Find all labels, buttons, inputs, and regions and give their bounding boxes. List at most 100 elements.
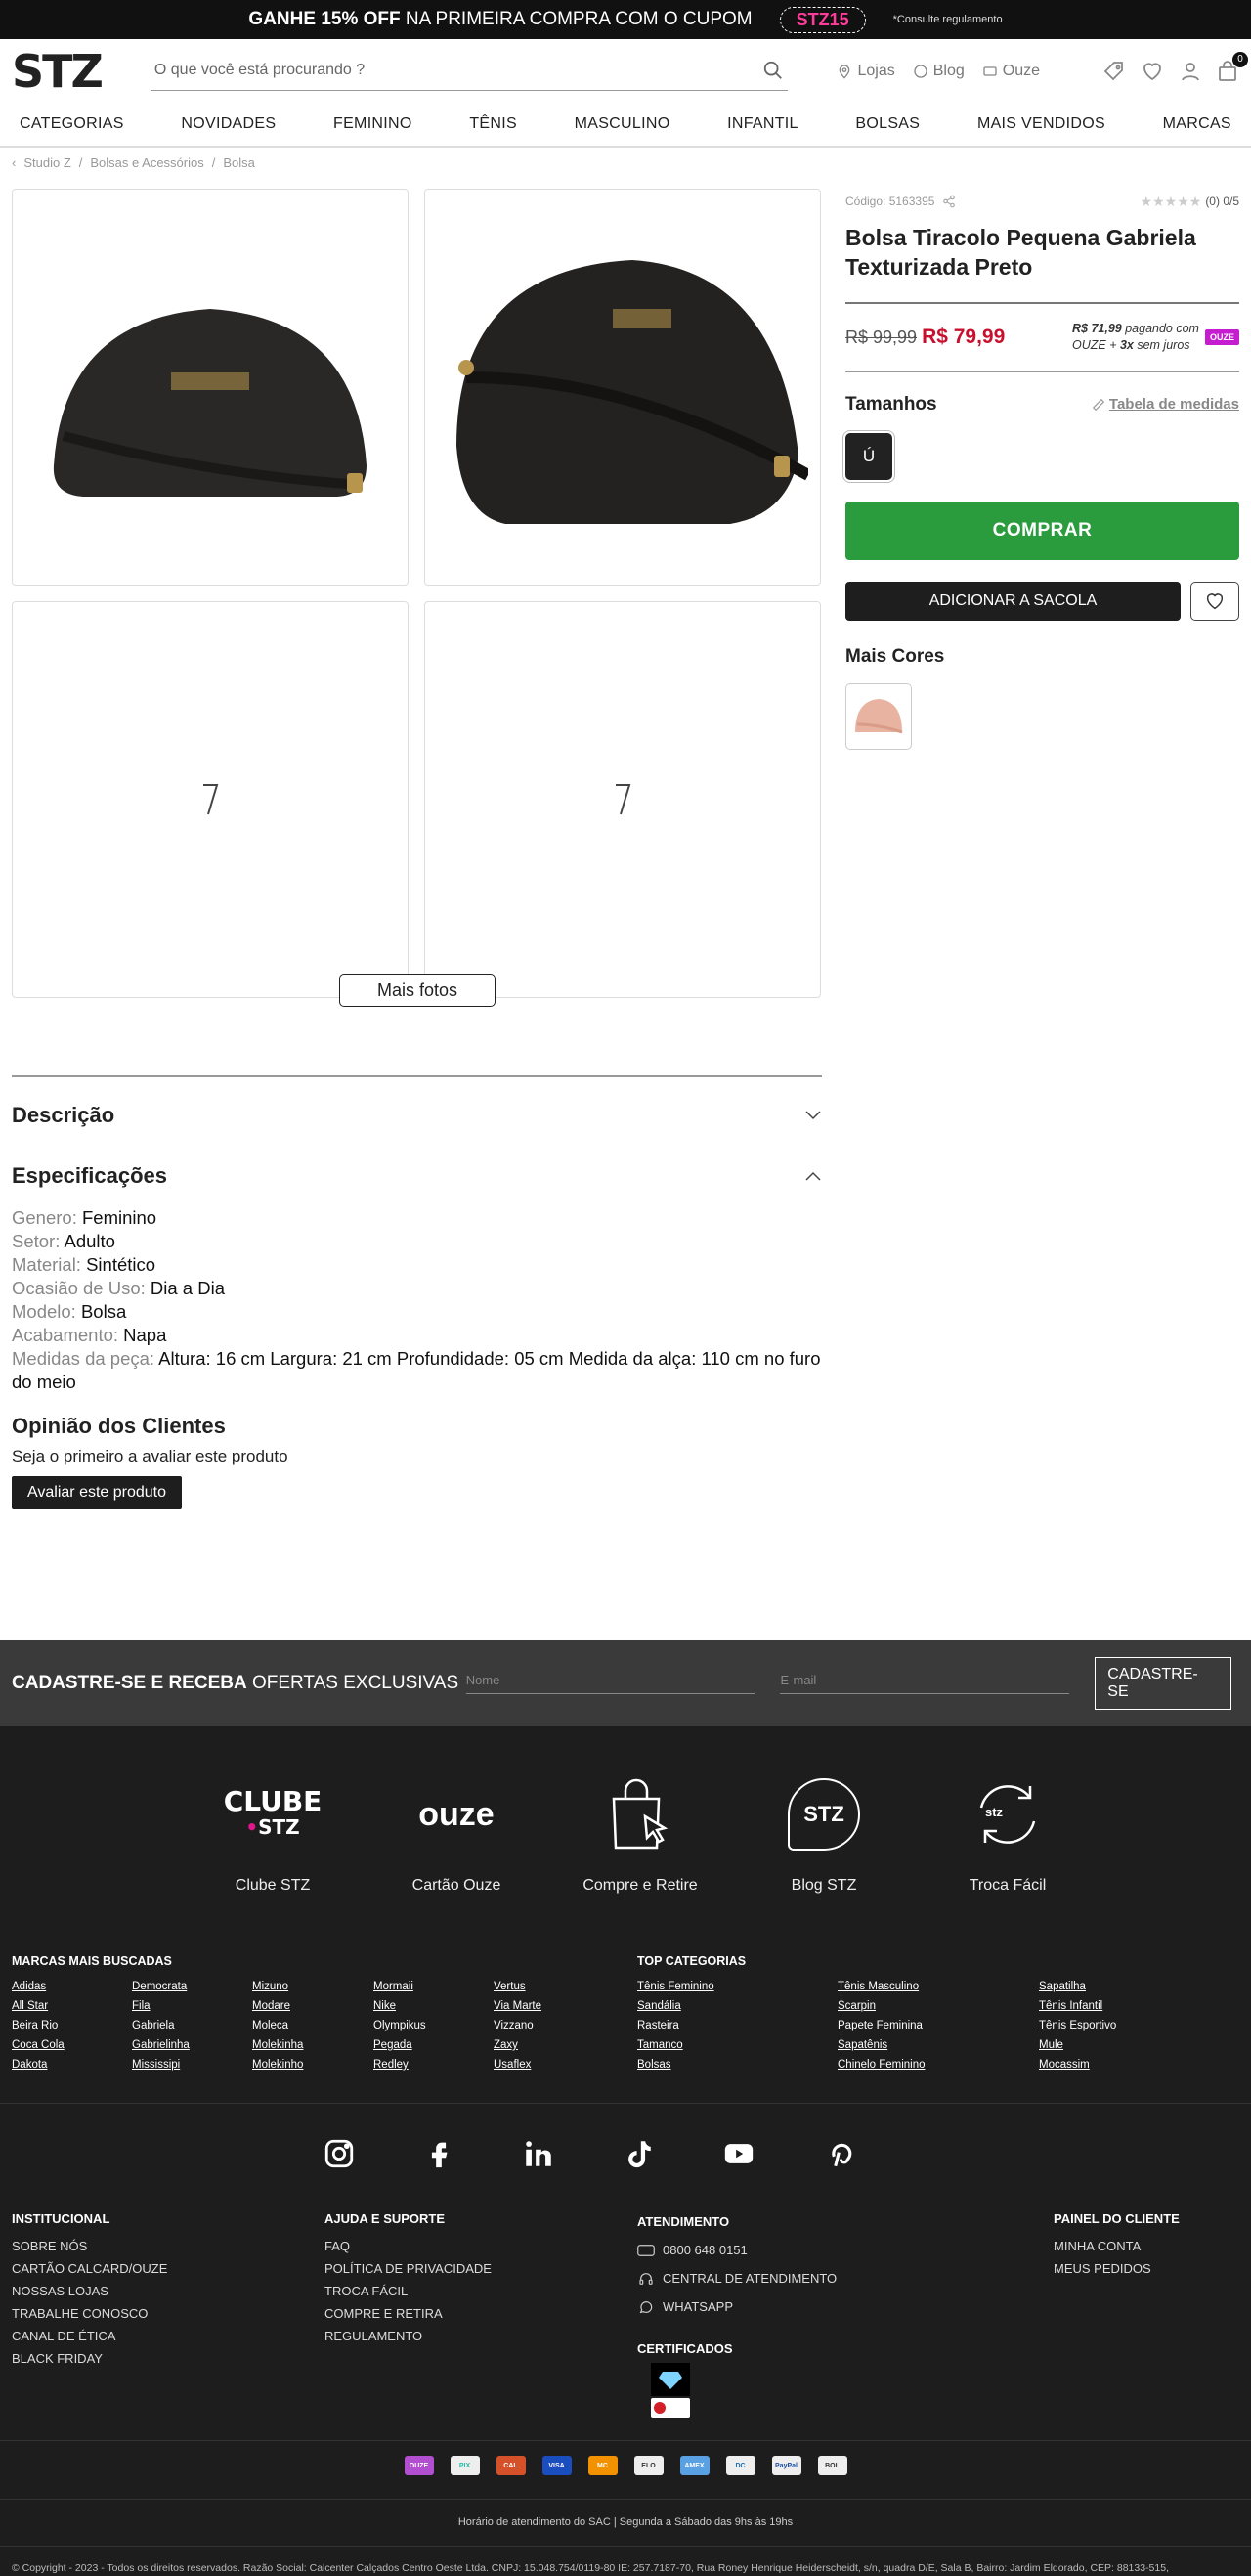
feature-compre-retire[interactable]: Compre e Retire	[548, 1775, 732, 1895]
feature-clube-stz[interactable]: CLUBE •STZ Clube STZ	[181, 1775, 365, 1895]
brand-link[interactable]: Mormaii	[373, 1981, 413, 1992]
instagram-icon[interactable]	[323, 2137, 356, 2170]
product-image-4[interactable]	[424, 601, 821, 998]
footer-link[interactable]: NOSSAS LOJAS	[12, 2284, 108, 2298]
brand-link[interactable]: All Star	[12, 2000, 48, 2012]
stores-link[interactable]: Lojas	[837, 63, 895, 80]
footer-link[interactable]: POLÍTICA DE PRIVACIDADE	[324, 2261, 492, 2276]
newsletter-email-input[interactable]: E-mail	[780, 1673, 1070, 1694]
category-link[interactable]: Sandália	[637, 2000, 681, 2012]
brand-link[interactable]: Modare	[252, 2000, 290, 2012]
certificate-badges[interactable]	[651, 2363, 690, 2418]
footer-link[interactable]: BLACK FRIDAY	[12, 2351, 103, 2366]
feature-troca-facil[interactable]: stz Troca Fácil	[916, 1775, 1100, 1895]
linkedin-icon[interactable]	[522, 2137, 555, 2170]
color-swatch-pink[interactable]	[845, 682, 912, 750]
tiktok-icon[interactable]	[622, 2137, 655, 2170]
category-link[interactable]: Tênis Feminino	[637, 1981, 714, 1992]
brand-link[interactable]: Adidas	[12, 1981, 46, 1992]
size-option[interactable]: Ú	[842, 429, 895, 483]
brand-link[interactable]: Gabriela	[132, 2020, 174, 2031]
brand-link[interactable]: Zaxy	[494, 2039, 518, 2051]
brand-link[interactable]: Molekinho	[252, 2059, 303, 2071]
product-image-3[interactable]	[12, 601, 409, 998]
youtube-icon[interactable]	[721, 2137, 756, 2170]
category-link[interactable]: Bolsas	[637, 2059, 671, 2071]
phone-row[interactable]: 0800 648 0151	[637, 2236, 837, 2264]
write-review-button[interactable]: Avaliar este produto	[12, 1476, 183, 1509]
more-photos-button[interactable]: Mais fotos	[339, 974, 496, 1007]
brand-link[interactable]: Redley	[373, 2059, 409, 2071]
customer-service-link[interactable]: CENTRAL DE ATENDIMENTO	[637, 2264, 837, 2292]
category-link[interactable]: Rasteira	[637, 2020, 679, 2031]
brand-link[interactable]: Democrata	[132, 1981, 187, 1992]
footer-link[interactable]: SOBRE NÓS	[12, 2239, 87, 2253]
facebook-icon[interactable]	[422, 2137, 455, 2170]
share-icon[interactable]	[942, 195, 956, 208]
footer-link[interactable]: CARTÃO CALCARD/OUZE	[12, 2261, 167, 2276]
category-link[interactable]: Tênis Esportivo	[1039, 2020, 1116, 2031]
category-link[interactable]: Scarpin	[838, 2000, 876, 2012]
rating-stars[interactable]: ★★★★★ (0) 0/5	[1141, 194, 1239, 210]
pinterest-icon[interactable]	[823, 2137, 856, 2170]
nav-mais-vendidos[interactable]: MAIS VENDIDOS	[977, 115, 1105, 133]
footer-link[interactable]: TRABALHE CONOSCO	[12, 2306, 148, 2321]
brand-link[interactable]: Vertus	[494, 1981, 526, 1992]
brand-link[interactable]: Gabrielinha	[132, 2039, 190, 2051]
account-icon[interactable]	[1179, 60, 1202, 83]
whatsapp-link[interactable]: WHATSAPP	[637, 2292, 837, 2321]
buy-button[interactable]: COMPRAR	[845, 501, 1239, 560]
add-to-bag-button[interactable]: ADICIONAR A SACOLA	[845, 581, 1181, 621]
nav-bolsas[interactable]: BOLSAS	[855, 115, 920, 133]
feature-cartao-ouze[interactable]: ouze Cartão Ouze	[365, 1775, 548, 1895]
description-accordion[interactable]: Descrição	[12, 1085, 822, 1146]
feature-blog-stz[interactable]: STZ Blog STZ	[732, 1775, 916, 1895]
brand-link[interactable]: Mississipi	[132, 2059, 180, 2071]
search-icon[interactable]	[762, 60, 784, 81]
brand-link[interactable]: Via Marte	[494, 2000, 541, 2012]
footer-link[interactable]: MEUS PEDIDOS	[1054, 2261, 1151, 2276]
nav-marcas[interactable]: MARCAS	[1163, 115, 1231, 133]
brand-link[interactable]: Usaflex	[494, 2059, 531, 2071]
product-image-1[interactable]	[12, 189, 409, 586]
footer-link[interactable]: REGULAMENTO	[324, 2329, 422, 2343]
footer-link[interactable]: CANAL DE ÉTICA	[12, 2329, 115, 2343]
brand-link[interactable]: Dakota	[12, 2059, 47, 2071]
product-image-2[interactable]	[424, 189, 821, 586]
nav-masculino[interactable]: MASCULINO	[575, 115, 670, 133]
category-link[interactable]: Chinelo Feminino	[838, 2059, 926, 2071]
category-link[interactable]: Sapatilha	[1039, 1981, 1086, 1992]
breadcrumb-item[interactable]: Bolsa	[223, 155, 255, 170]
brand-link[interactable]: Moleca	[252, 2020, 288, 2031]
newsletter-name-input[interactable]: Nome	[465, 1673, 755, 1694]
category-link[interactable]: Sapatênis	[838, 2039, 887, 2051]
nav-tenis[interactable]: TÊNIS	[469, 115, 517, 133]
footer-link[interactable]: FAQ	[324, 2239, 350, 2253]
newsletter-submit-button[interactable]: CADASTRE-SE	[1095, 1657, 1231, 1710]
wishlist-icon[interactable]	[1140, 60, 1165, 83]
footer-link[interactable]: COMPRE E RETIRA	[324, 2306, 443, 2321]
coupon-code[interactable]: STZ15	[779, 6, 866, 33]
brand-link[interactable]: Fila	[132, 2000, 151, 2012]
nav-feminino[interactable]: FEMININO	[333, 115, 412, 133]
breadcrumb-item[interactable]: Bolsas e Acessórios	[90, 155, 203, 170]
category-link[interactable]: Tamanco	[637, 2039, 683, 2051]
size-chart-link[interactable]: Tabela de medidas	[1092, 396, 1239, 413]
coupon-tag-icon[interactable]	[1102, 60, 1126, 83]
promo-note[interactable]: *Consulte regulamento	[893, 14, 1003, 25]
category-link[interactable]: Papete Feminina	[838, 2020, 923, 2031]
ouze-link[interactable]: Ouze	[982, 63, 1040, 80]
cart-icon[interactable]: 0	[1216, 51, 1248, 83]
brand-link[interactable]: Vizzano	[494, 2020, 534, 2031]
blog-link[interactable]: Blog	[913, 63, 965, 80]
nav-novidades[interactable]: NOVIDADES	[181, 115, 276, 133]
brand-link[interactable]: Molekinha	[252, 2039, 303, 2051]
specs-accordion[interactable]: Especificações	[12, 1146, 822, 1206]
nav-categorias[interactable]: CATEGORIAS	[20, 115, 124, 133]
footer-link[interactable]: MINHA CONTA	[1054, 2239, 1141, 2253]
wishlist-button[interactable]	[1190, 581, 1239, 621]
category-link[interactable]: Mule	[1039, 2039, 1063, 2051]
footer-link[interactable]: TROCA FÁCIL	[324, 2284, 408, 2298]
promo-bar[interactable]: GANHE 15% OFF NA PRIMEIRA COMPRA COM O C…	[0, 0, 1251, 39]
site-logo[interactable]: STZ	[12, 49, 104, 94]
